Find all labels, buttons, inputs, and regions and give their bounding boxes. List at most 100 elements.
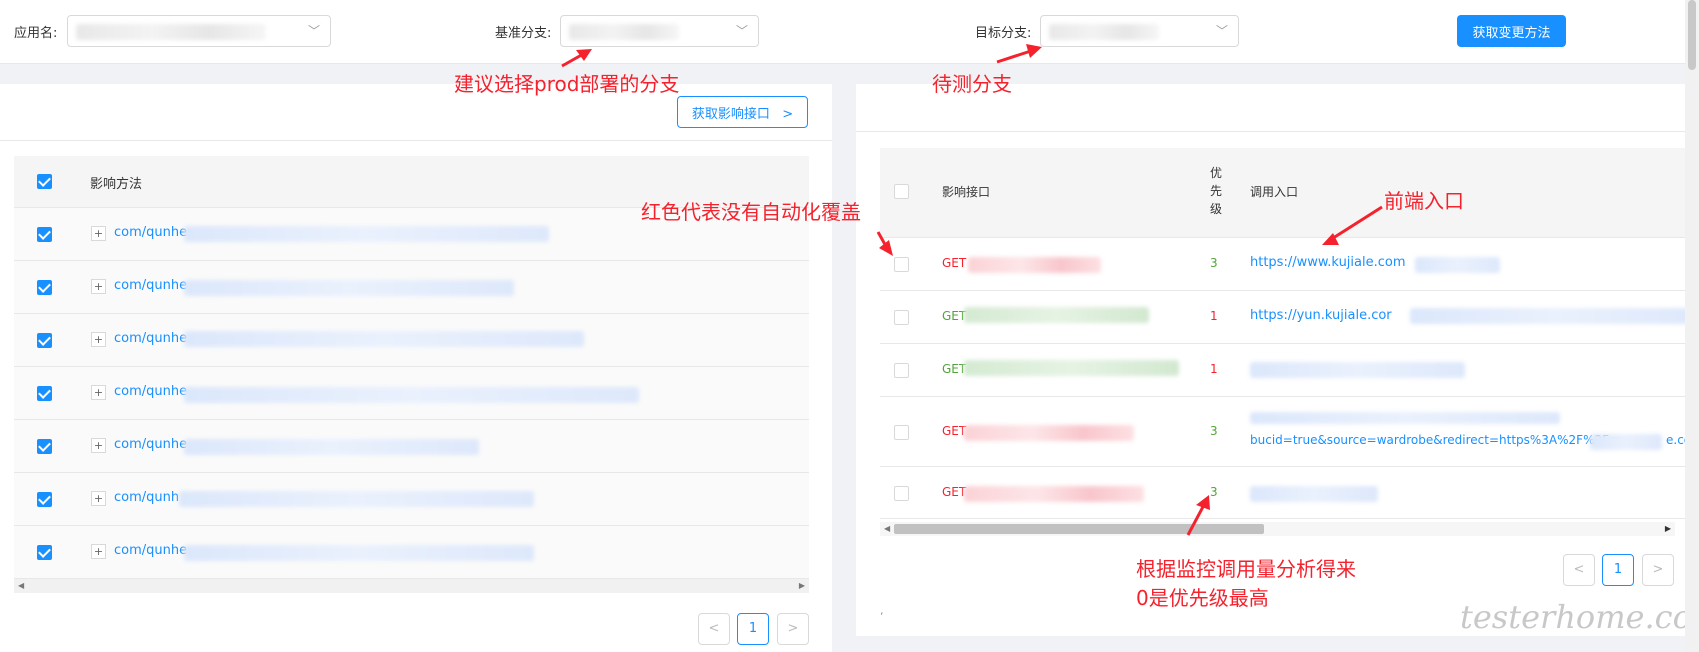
entry-link[interactable]: https://yun.kujiale.cor bbox=[1250, 308, 1392, 323]
column-header-method: 影响方法 bbox=[90, 177, 143, 192]
scroll-left-icon[interactable]: ◀ bbox=[884, 522, 890, 536]
page-scrollbar[interactable] bbox=[1685, 0, 1699, 652]
row-checkbox[interactable] bbox=[37, 439, 52, 454]
select-all-checkbox[interactable] bbox=[894, 184, 909, 199]
row-checkbox[interactable] bbox=[894, 425, 909, 440]
expand-icon[interactable]: + bbox=[91, 332, 106, 347]
expand-icon[interactable]: + bbox=[91, 385, 106, 400]
redacted-path bbox=[964, 307, 1149, 323]
chevron-right-icon: > bbox=[773, 106, 794, 122]
row-checkbox[interactable] bbox=[894, 310, 909, 325]
prev-page-button[interactable]: < bbox=[698, 613, 730, 645]
scroll-right-icon[interactable]: ▶ bbox=[1665, 522, 1671, 536]
fetch-impacted-apis-label: 获取影响接口 bbox=[691, 106, 770, 122]
horizontal-scrollbar[interactable]: ◀ ▶ bbox=[880, 522, 1675, 536]
next-page-button[interactable]: > bbox=[1642, 554, 1674, 586]
redacted-entry bbox=[1250, 362, 1465, 378]
annotation-frontend-entry: 前端入口 bbox=[1384, 189, 1464, 213]
watermark: testerhome.com bbox=[1460, 598, 1699, 636]
table-row: + com/qunhe bbox=[14, 261, 809, 314]
chevron-down-icon: ﹀ bbox=[735, 24, 748, 38]
method-link[interactable]: com/qunhe bbox=[114, 331, 187, 346]
app-select[interactable]: ﹀ bbox=[67, 15, 331, 47]
entry-link[interactable]: bucid=true&source=wardrobe&redirect=http… bbox=[1250, 433, 1619, 447]
http-method: GET bbox=[942, 256, 967, 270]
table-row: GET 3 bbox=[880, 467, 1699, 519]
chevron-down-icon: ﹀ bbox=[1215, 24, 1228, 38]
row-checkbox[interactable] bbox=[37, 386, 52, 401]
http-method: GET bbox=[942, 309, 967, 323]
table-row: + com/qunh bbox=[14, 473, 809, 526]
base-branch-select[interactable]: ﹀ bbox=[560, 15, 759, 47]
row-checkbox[interactable] bbox=[37, 492, 52, 507]
select-all-checkbox[interactable] bbox=[37, 174, 52, 189]
table-row: GET 3 https://www.kujiale.com bbox=[880, 238, 1699, 291]
priority-value: 1 bbox=[1210, 309, 1218, 323]
method-link[interactable]: com/qunh bbox=[114, 490, 179, 505]
redacted-text bbox=[1415, 257, 1500, 273]
page-number-button[interactable]: 1 bbox=[737, 613, 769, 645]
column-header-entry: 调用入口 bbox=[1250, 185, 1299, 199]
annotation-target-branch: 待测分支 bbox=[932, 72, 1012, 96]
horizontal-scrollbar[interactable]: ◀ ▶ bbox=[14, 579, 809, 593]
method-link[interactable]: com/qunhe bbox=[114, 437, 187, 452]
scroll-left-icon[interactable]: ◀ bbox=[18, 579, 24, 593]
redacted-text bbox=[184, 387, 639, 403]
entry-link[interactable]: https://www.kujiale.com bbox=[1250, 255, 1406, 270]
scrollbar-thumb[interactable] bbox=[894, 524, 1264, 534]
scroll-right-icon[interactable]: ▶ bbox=[799, 579, 805, 593]
redacted-text bbox=[1590, 434, 1662, 450]
priority-value: 3 bbox=[1210, 256, 1218, 270]
target-branch-value bbox=[1049, 24, 1159, 40]
http-method: GET bbox=[942, 424, 967, 438]
impacted-methods-panel: 获取影响接口 > 影响方法 + com/qunhe + com/qunhe + … bbox=[0, 84, 832, 652]
page-number-button[interactable]: 1 bbox=[1602, 554, 1634, 586]
row-checkbox[interactable] bbox=[37, 333, 52, 348]
table-row: + com/qunhe bbox=[14, 526, 809, 579]
filter-bar: 应用名: ﹀ 基准分支: ﹀ 目标分支: ﹀ 获取变更方法 bbox=[0, 0, 1699, 64]
impacted-apis-table: 影响接口 优先级 调用入口 GET 3 https://www.kujiale.… bbox=[880, 148, 1699, 526]
base-branch-label: 基准分支: bbox=[495, 26, 552, 41]
table-row: + com/qunhe bbox=[14, 314, 809, 367]
row-checkbox[interactable] bbox=[37, 545, 52, 560]
redacted-text bbox=[184, 545, 534, 561]
priority-value: 3 bbox=[1210, 485, 1218, 499]
row-checkbox[interactable] bbox=[37, 280, 52, 295]
base-branch-value bbox=[569, 24, 679, 40]
next-page-button[interactable]: > bbox=[777, 613, 809, 645]
fetch-changed-methods-button[interactable]: 获取变更方法 bbox=[1457, 15, 1566, 47]
prev-page-button[interactable]: < bbox=[1563, 554, 1595, 586]
expand-icon[interactable]: + bbox=[91, 279, 106, 294]
table-row: GET 1 https://yun.kujiale.cor bbox=[880, 291, 1699, 344]
page-scrollbar-thumb[interactable] bbox=[1688, 0, 1696, 70]
annotation-red-meaning: 红色代表没有自动化覆盖 bbox=[641, 200, 861, 224]
redacted-text bbox=[1410, 308, 1699, 324]
method-link[interactable]: com/qunhe bbox=[114, 543, 187, 558]
http-method: GET bbox=[942, 362, 967, 376]
annotation-priority-line1: 根据监控调用量分析得来 bbox=[1136, 557, 1356, 581]
target-branch-select[interactable]: ﹀ bbox=[1040, 15, 1239, 47]
redacted-text bbox=[184, 439, 479, 455]
row-checkbox[interactable] bbox=[894, 257, 909, 272]
row-checkbox[interactable] bbox=[894, 486, 909, 501]
redacted-text bbox=[184, 226, 549, 242]
method-link[interactable]: com/qunhe bbox=[114, 278, 187, 293]
app-select-value bbox=[76, 24, 266, 40]
chevron-down-icon: ﹀ bbox=[307, 24, 320, 38]
method-link[interactable]: com/qunhe bbox=[114, 225, 187, 240]
redacted-path bbox=[964, 486, 1144, 502]
fetch-impacted-apis-button[interactable]: 获取影响接口 > bbox=[677, 96, 808, 128]
method-link[interactable]: com/qunhe bbox=[114, 384, 187, 399]
priority-value: 1 bbox=[1210, 362, 1218, 376]
column-header-interface: 影响接口 bbox=[942, 185, 991, 199]
annotation-base-branch: 建议选择prod部署的分支 bbox=[454, 72, 680, 96]
expand-icon[interactable]: + bbox=[91, 544, 106, 559]
redacted-text bbox=[184, 331, 584, 347]
expand-icon[interactable]: + bbox=[91, 226, 106, 241]
target-branch-label: 目标分支: bbox=[975, 26, 1032, 41]
expand-icon[interactable]: + bbox=[91, 438, 106, 453]
http-method: GET bbox=[942, 485, 967, 499]
row-checkbox[interactable] bbox=[894, 363, 909, 378]
row-checkbox[interactable] bbox=[37, 227, 52, 242]
expand-icon[interactable]: + bbox=[91, 491, 106, 506]
